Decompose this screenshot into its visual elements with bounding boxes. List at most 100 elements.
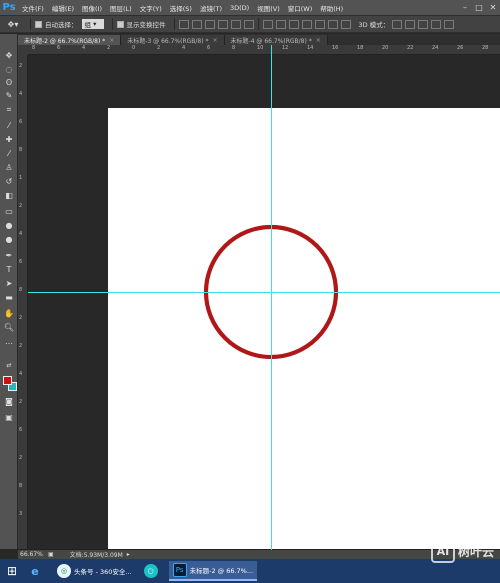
- ruler-tick-label: 6: [19, 259, 23, 265]
- path-select-tool-icon[interactable]: ➤: [3, 278, 15, 289]
- zoom-level[interactable]: 66.67%: [18, 551, 48, 558]
- hand-tool-icon[interactable]: ✋: [3, 308, 15, 319]
- lasso-tool-icon[interactable]: ʘ: [3, 77, 15, 88]
- watermark-badge: AI: [430, 539, 455, 563]
- maximize-icon[interactable]: □: [472, 0, 486, 15]
- close-tab-icon[interactable]: ×: [316, 37, 321, 44]
- screen-mode-icon[interactable]: ▣: [3, 412, 15, 423]
- menu-view[interactable]: 视图(V): [253, 3, 284, 13]
- menu-3d[interactable]: 3D(D): [226, 4, 253, 12]
- close-icon[interactable]: ✕: [486, 0, 500, 15]
- type-tool-icon[interactable]: T: [3, 264, 15, 275]
- windows-start-icon[interactable]: ⊞: [0, 559, 24, 583]
- menu-window[interactable]: 窗口(W): [284, 3, 317, 13]
- 3d-pan-icon[interactable]: [418, 19, 429, 29]
- horizontal-guide[interactable]: [28, 292, 500, 293]
- ruler-tick-label: 28: [482, 45, 489, 51]
- taskbar-item-photoshop[interactable]: Ps 未标题-2 @ 66.7%...: [168, 561, 258, 581]
- 3d-scale-icon[interactable]: [444, 19, 455, 29]
- minimize-icon[interactable]: –: [458, 0, 472, 15]
- horizontal-ruler[interactable]: 8 6 4 2 0 2 4 6 8 10 12 14 16 18 20 22 24 26 28: [28, 45, 500, 55]
- auto-align-icon[interactable]: [340, 19, 351, 29]
- distribute-bottom-icon[interactable]: [288, 19, 299, 29]
- document-size: 文档:5.93M/3.09M: [69, 552, 123, 559]
- tab-document-3[interactable]: 未标题-3 @ 66.7%(RGB/8) * ×: [121, 35, 225, 45]
- history-brush-tool-icon[interactable]: ↺: [3, 176, 15, 187]
- menu-layer[interactable]: 图层(L): [106, 3, 136, 13]
- align-top-icon[interactable]: [178, 19, 189, 29]
- menu-help[interactable]: 帮助(H): [316, 3, 347, 13]
- status-arrow-icon[interactable]: ▸: [127, 551, 130, 558]
- 3d-rotate-icon[interactable]: [392, 19, 403, 29]
- ruler-tick-label: 2: [19, 63, 23, 69]
- gradient-tool-icon[interactable]: ▭: [3, 206, 15, 217]
- taskbar-item-browser[interactable]: ◎ 头条号 - 360安全...: [53, 561, 136, 581]
- close-tab-icon[interactable]: ×: [109, 37, 114, 44]
- shape-tool-icon[interactable]: ▬: [3, 292, 15, 303]
- blur-tool-icon[interactable]: ●: [3, 220, 15, 231]
- align-bottom-icon[interactable]: [204, 19, 215, 29]
- ruler-tick-label: 10: [257, 45, 264, 51]
- taskbar-ie[interactable]: e: [24, 561, 49, 581]
- more-tools-icon[interactable]: …: [3, 336, 15, 347]
- vertical-ruler[interactable]: 2 4 6 8 1 2 4 6 8 2 2 4 2 6 2 8 3: [18, 55, 28, 549]
- tab-document-2[interactable]: 未标题-2 @ 66.7%(RGB/8) * ×: [18, 35, 122, 45]
- ruler-tick-label: 6: [19, 119, 23, 125]
- menu-file[interactable]: 文件(F): [18, 3, 48, 13]
- options-bar: ✥▾ 自动选择： 组 ▾ 显示变换控件 3D 模式：: [0, 15, 500, 33]
- ruler-origin[interactable]: [18, 45, 28, 55]
- menu-select[interactable]: 选择(S): [166, 3, 196, 13]
- vertical-guide[interactable]: [271, 45, 272, 550]
- ruler-tick-label: 8: [232, 45, 236, 51]
- auto-select-checkbox[interactable]: [35, 20, 42, 28]
- move-tool-preset-icon[interactable]: ✥▾: [0, 17, 26, 31]
- menu-image[interactable]: 图像(I): [78, 3, 106, 13]
- distribute-left-icon[interactable]: [301, 19, 312, 29]
- ruler-tick-label: 0: [132, 45, 136, 51]
- dodge-tool-icon[interactable]: ●: [3, 234, 15, 245]
- ruler-tick-label: 24: [432, 45, 439, 51]
- healing-brush-tool-icon[interactable]: ✚: [3, 134, 15, 145]
- taskbar-item-app[interactable]: ○: [140, 561, 165, 581]
- brush-tool-icon[interactable]: ⁄: [3, 148, 15, 159]
- 3d-slide-icon[interactable]: [431, 19, 442, 29]
- close-tab-icon[interactable]: ×: [213, 37, 218, 44]
- distribute-buttons: [262, 19, 351, 29]
- quick-mask-icon[interactable]: ◙: [3, 396, 15, 407]
- align-left-icon[interactable]: [217, 19, 228, 29]
- eyedropper-tool-icon[interactable]: ⁄: [3, 120, 15, 131]
- crop-tool-icon[interactable]: ⌗: [3, 104, 15, 115]
- status-icon[interactable]: ▣: [48, 551, 54, 558]
- menu-type[interactable]: 文字(Y): [136, 3, 166, 13]
- distribute-top-icon[interactable]: [262, 19, 273, 29]
- ruler-tick-label: 14: [307, 45, 314, 51]
- 3d-roll-icon[interactable]: [405, 19, 416, 29]
- foreground-color-swatch[interactable]: [3, 376, 12, 385]
- swap-colors-icon[interactable]: ⇄: [3, 360, 15, 371]
- quick-select-tool-icon[interactable]: ✎: [3, 90, 15, 101]
- auto-select-dropdown[interactable]: 组 ▾: [81, 19, 104, 29]
- show-transform-checkbox[interactable]: [116, 20, 124, 28]
- distribute-right-icon[interactable]: [327, 19, 338, 29]
- ruler-tick-label: 8: [32, 45, 36, 51]
- ruler-tick-label: 22: [407, 45, 414, 51]
- watermark-text: 树叶云: [457, 544, 494, 559]
- move-tool-icon[interactable]: ✥: [3, 50, 15, 61]
- tab-document-4[interactable]: 未标题-4 @ 66.7%(RGB/8) * ×: [224, 35, 328, 45]
- align-right-icon[interactable]: [243, 19, 254, 29]
- tools-panel: ✥ ◌ ʘ ✎ ⌗ ⁄ ✚ ⁄ ♙ ↺ ◧ ▭ ● ● ✒ T ➤ ▬ ✋ 🔍︎…: [0, 34, 18, 549]
- ruler-tick-label: 20: [382, 45, 389, 51]
- eraser-tool-icon[interactable]: ◧: [3, 190, 15, 201]
- marquee-tool-icon[interactable]: ◌: [3, 64, 15, 75]
- zoom-tool-icon[interactable]: 🔍︎: [3, 322, 15, 333]
- distribute-middle-icon[interactable]: [275, 19, 286, 29]
- menu-filter[interactable]: 滤镜(T): [196, 3, 226, 13]
- photoshop-logo: Ps: [2, 2, 16, 13]
- menu-edit[interactable]: 编辑(E): [48, 3, 78, 13]
- ruler-tick-label: 4: [19, 371, 23, 377]
- distribute-center-icon[interactable]: [314, 19, 325, 29]
- pen-tool-icon[interactable]: ✒: [3, 250, 15, 261]
- align-middle-icon[interactable]: [191, 19, 202, 29]
- align-center-icon[interactable]: [230, 19, 241, 29]
- clone-stamp-tool-icon[interactable]: ♙: [3, 162, 15, 173]
